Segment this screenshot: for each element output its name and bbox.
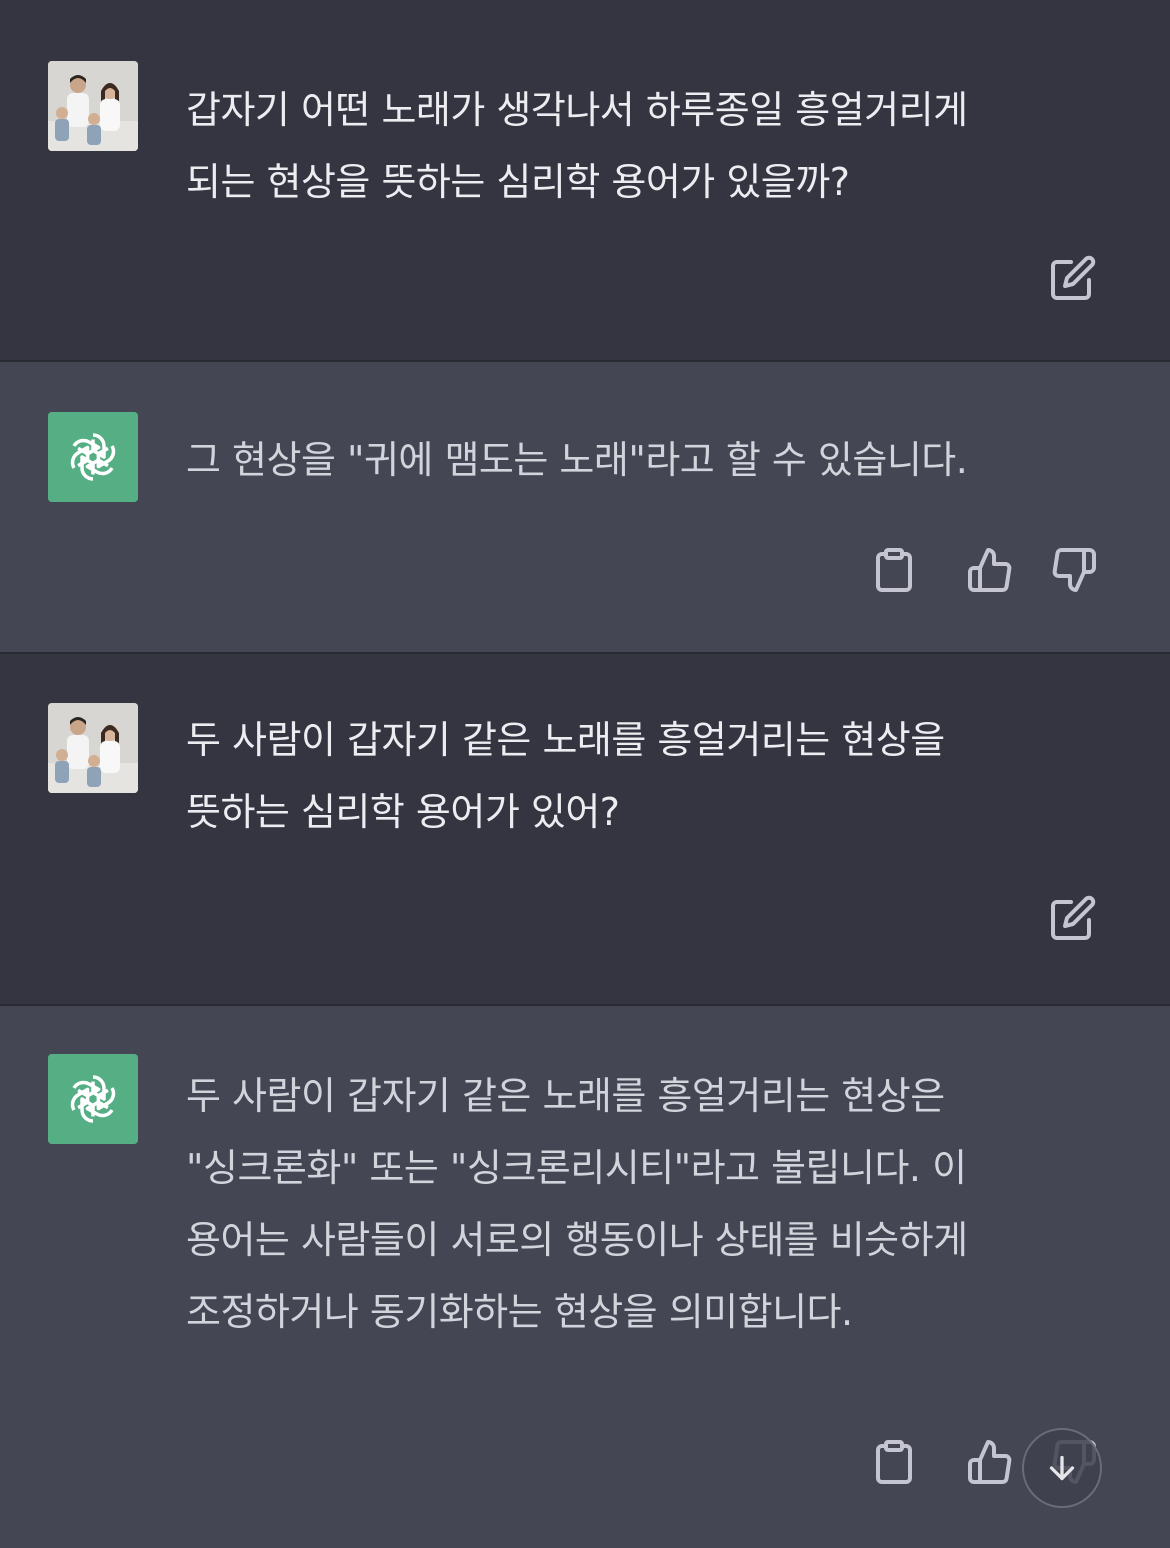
chat-page: 갑자기 어떤 노래가 생각나서 하루종일 흥얼거리게 되는 현상을 뜻하는 심리… [0,0,1170,1548]
like-button[interactable] [964,544,1016,596]
edit-button[interactable] [1047,252,1099,304]
message-text: 그 현상을 "귀에 맴도는 노래"라고 할 수 있습니다. [186,438,968,482]
message-text: 갑자기 어떤 노래가 생각나서 하루종일 흥얼거리게 되는 현상을 뜻하는 심리… [186,88,968,204]
dislike-button[interactable] [1048,544,1100,596]
edit-icon [1051,255,1096,300]
like-button[interactable] [964,1436,1016,1488]
thumbs-up-icon [968,1440,1012,1484]
user-message: 두 사람이 갑자기 같은 노래를 흥얼거리는 현상을 뜻하는 심리학 용어가 있… [0,654,1170,1006]
openai-logo-icon [48,1054,138,1144]
assistant-message: 두 사람이 갑자기 같은 노래를 흥얼거리는 현상은 "싱크론화" 또는 "싱크… [0,1006,1170,1548]
assistant-message: 그 현상을 "귀에 맴도는 노래"라고 할 수 있습니다. [0,362,1170,654]
thumbs-up-icon [968,548,1012,592]
arrow-down-icon [1049,1455,1075,1481]
user-photo-avatar-icon [48,703,138,793]
message-text: 두 사람이 갑자기 같은 노래를 흥얼거리는 현상을 뜻하는 심리학 용어가 있… [186,718,945,834]
user-avatar [48,703,138,793]
copy-button[interactable] [868,544,920,596]
clipboard-icon [876,548,912,592]
user-photo-avatar-icon [48,61,138,151]
assistant-avatar [48,1054,138,1144]
edit-icon [1051,895,1096,940]
assistant-avatar [48,412,138,502]
scroll-to-bottom-button[interactable] [1022,1428,1102,1508]
edit-button[interactable] [1047,892,1099,944]
copy-button[interactable] [868,1436,920,1488]
message-text: 두 사람이 갑자기 같은 노래를 흥얼거리는 현상은 "싱크론화" 또는 "싱크… [186,1074,968,1334]
clipboard-icon [876,1440,912,1484]
user-avatar [48,61,138,151]
openai-logo-icon [48,412,138,502]
thumbs-down-icon [1052,548,1096,592]
user-message: 갑자기 어떤 노래가 생각나서 하루종일 흥얼거리게 되는 현상을 뜻하는 심리… [0,10,1170,362]
